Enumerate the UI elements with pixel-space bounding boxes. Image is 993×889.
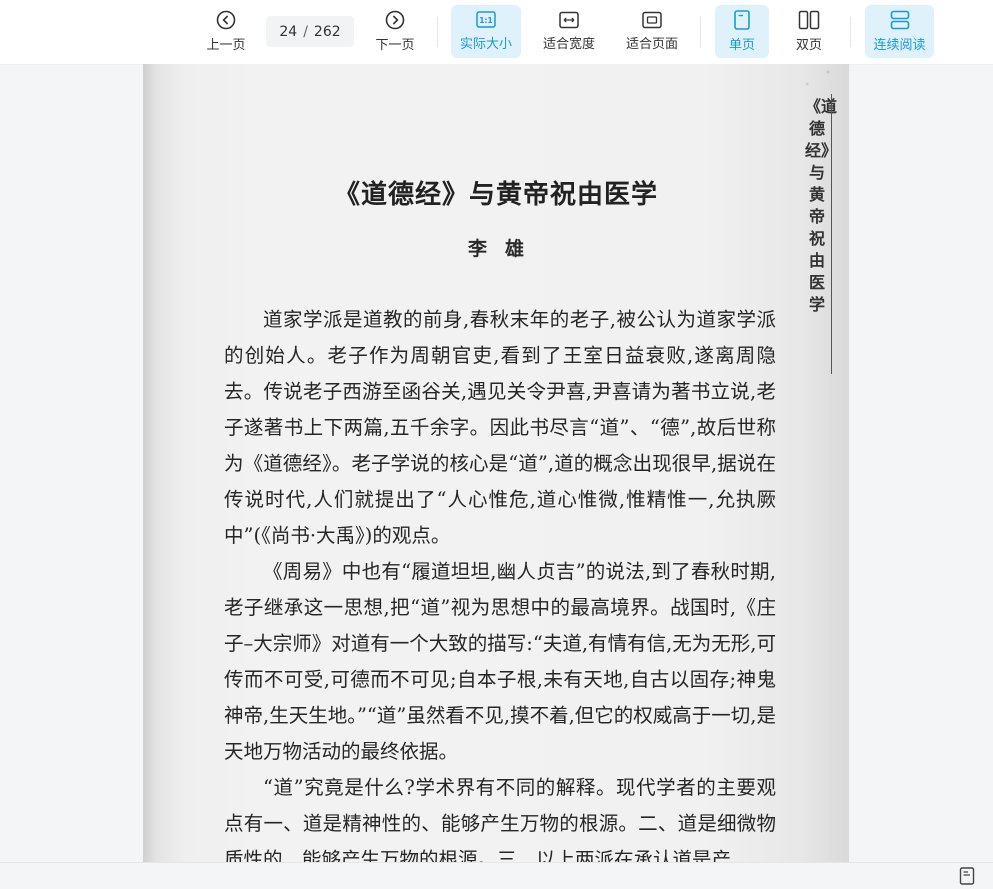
fit-width-button[interactable]: 适合宽度 — [535, 5, 603, 58]
paragraph: 《周易》中也有“履道坦坦,幽人贞吉”的说法,到了春秋时期,老子继承这一思想,把“… — [224, 560, 776, 763]
page-separator: / — [303, 23, 308, 40]
page-number-box[interactable]: 24 / 262 — [266, 16, 354, 47]
author-name: 李雄 — [467, 238, 542, 260]
actual-size-label: 实际大小 — [459, 37, 512, 52]
chevron-right-circle-icon — [385, 10, 405, 30]
fit-width-label: 适合宽度 — [542, 37, 595, 52]
paragraph: 道家学派是道教的前身,春秋末年的老子,被公认为道家学派的创始人。老子作为周朝官吏… — [224, 308, 776, 547]
fit-width-icon — [559, 11, 579, 29]
prev-page-label: 上一页 — [206, 38, 246, 53]
actual-size-glyph: 1:1 — [479, 16, 492, 25]
fit-page-label: 适合页面 — [625, 37, 678, 52]
fit-page-icon — [642, 11, 662, 29]
fit-page-button[interactable]: 适合页面 — [618, 5, 686, 58]
toolbar-divider — [700, 17, 701, 47]
status-bar — [0, 862, 993, 887]
paragraph: “道”究竟是什么?学术界有不同的解释。现代学者的主要观点有一、道是精神性的、能够… — [224, 776, 776, 862]
prev-page-button[interactable]: 上一页 — [199, 5, 253, 58]
viewer-toolbar: 上一页 24 / 262 下一页 1:1 实际大小 适合宽度 适合页面 单页 双… — [0, 0, 993, 65]
next-page-label: 下一页 — [375, 38, 415, 53]
total-pages: 262 — [313, 23, 341, 40]
document-page: 《道德经》与黄帝祝由医学 《道德经》与黄帝祝由医学 李雄 道家学派是道教的前身,… — [143, 64, 849, 862]
toolbar-divider — [437, 17, 438, 47]
double-page-icon — [798, 10, 820, 30]
actual-size-icon: 1:1 — [476, 11, 496, 29]
single-page-icon — [733, 10, 751, 30]
current-page-input[interactable]: 24 — [279, 24, 297, 40]
body-text: 道家学派是道教的前身,春秋末年的老子,被公认为道家学派的创始人。老子作为周朝官吏… — [224, 302, 776, 862]
actual-size-button[interactable]: 1:1 实际大小 — [451, 5, 521, 58]
toolbar-divider — [850, 17, 851, 47]
single-page-label: 单页 — [728, 38, 755, 53]
chevron-left-circle-icon — [216, 10, 236, 30]
continuous-reading-label: 连续阅读 — [873, 38, 926, 53]
double-page-label: 双页 — [795, 38, 822, 53]
page-title: 《道德经》与黄帝祝由医学 — [333, 180, 658, 210]
continuous-reading-button[interactable]: 连续阅读 — [865, 5, 934, 58]
single-page-button[interactable]: 单页 — [715, 5, 769, 58]
next-page-button[interactable]: 下一页 — [368, 5, 422, 58]
double-page-button[interactable]: 双页 — [782, 5, 836, 58]
continuous-scroll-icon — [890, 10, 910, 30]
